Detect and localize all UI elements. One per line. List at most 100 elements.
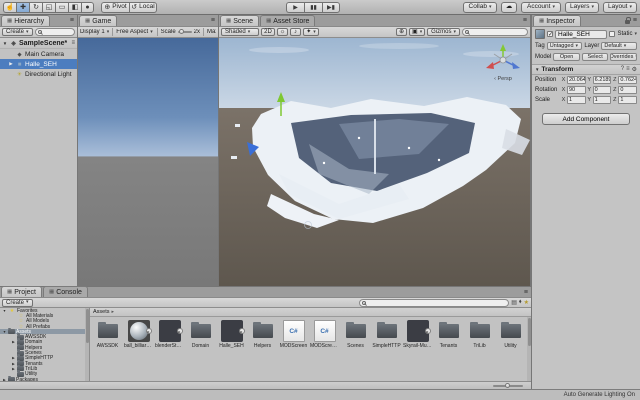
tab-project[interactable]: ▦ Project (1, 286, 42, 297)
static-label[interactable]: Static (617, 31, 637, 37)
expand-arrow-icon[interactable] (11, 356, 16, 360)
foldout-arrow-icon[interactable] (535, 66, 539, 73)
favorites-star-icon[interactable]: ★ (524, 299, 529, 306)
scene-search-input[interactable] (471, 29, 525, 35)
lighting-status-label[interactable]: Auto Generate Lighting On (564, 392, 635, 398)
tree-scrollbar[interactable] (85, 308, 89, 381)
hierarchy-menu-icon[interactable]: ≡ (70, 17, 74, 24)
scene-menu-icon[interactable]: ≡ (523, 17, 527, 24)
scrollbar-thumb[interactable] (528, 318, 531, 346)
tag-dropdown[interactable]: Untagged (547, 42, 583, 50)
expand-arrow-icon[interactable] (8, 61, 14, 67)
layer-dropdown[interactable]: Default (601, 42, 637, 50)
tab-hierarchy[interactable]: ▦ Hierarchy (1, 15, 50, 26)
display-dropdown[interactable]: Display 1 (80, 29, 109, 35)
y-value-field[interactable]: 1 (593, 96, 612, 104)
projection-mode-label[interactable]: ‹ Persp (482, 76, 524, 82)
y-value-field[interactable]: 0 (593, 86, 612, 94)
asset-item[interactable]: C# Domain (186, 320, 215, 349)
scrollbar-thumb[interactable] (86, 309, 89, 343)
asset-item[interactable]: C# Helpers (248, 320, 277, 349)
active-checkbox[interactable] (547, 31, 553, 37)
subasset-expander-icon[interactable] (177, 328, 183, 334)
search-by-label-icon[interactable]: ⬧ (519, 299, 522, 306)
gizmos-dropdown[interactable]: Gizmos (427, 28, 460, 36)
project-search-input[interactable] (368, 300, 506, 306)
subasset-expander-icon[interactable] (425, 328, 431, 334)
expand-arrow-icon[interactable] (11, 340, 16, 344)
tab-inspector[interactable]: ▦ Inspector (533, 15, 581, 26)
local-toggle-button[interactable]: ↺ Local (129, 2, 157, 13)
hierarchy-item[interactable]: Directional Light (0, 69, 77, 79)
z-value-field[interactable]: 1 (618, 96, 637, 104)
x-value-field[interactable]: 90 (567, 86, 586, 94)
asset-item[interactable]: C# MODScreen (279, 320, 308, 349)
add-component-button[interactable]: Add Component (542, 113, 630, 125)
scene-camera-icon[interactable]: ▣ (409, 28, 425, 36)
rect-tool-button[interactable]: ▭ (55, 2, 68, 13)
tab-game[interactable]: ▦ Game (79, 15, 117, 26)
tab-scene[interactable]: ▦ Scene (220, 15, 259, 26)
play-button[interactable]: ▶ (286, 2, 304, 13)
breadcrumb-assets[interactable]: Assets (93, 309, 110, 315)
expand-arrow-icon[interactable] (11, 367, 16, 371)
grid-scrollbar[interactable] (527, 317, 531, 381)
transform-component-header[interactable]: Transform ? ≡ ⚙ (532, 64, 640, 75)
maximize-on-play-toggle[interactable]: Maximize On Play (207, 29, 216, 35)
orientation-gizmo[interactable]: ‹ Persp (482, 42, 524, 88)
asset-item[interactable]: C# MODScreenC... (310, 320, 339, 349)
open-button[interactable]: Open (553, 53, 580, 61)
asset-item[interactable]: C# Tenants (434, 320, 463, 349)
asset-item[interactable]: C# Scenes (341, 320, 370, 349)
layout-dropdown[interactable]: Layout (603, 2, 637, 13)
scene-effects-icon[interactable]: ✦ (303, 28, 319, 36)
aspect-dropdown[interactable]: Free Aspect (116, 29, 153, 35)
preset-icon[interactable]: ≡ (626, 66, 630, 73)
hierarchy-item[interactable]: Halle_SEH (0, 59, 77, 69)
z-value-field[interactable]: 0 (618, 86, 637, 94)
z-value-field[interactable]: 0.76245 (618, 76, 637, 84)
2d-toggle-button[interactable]: 2D (261, 28, 275, 36)
expand-arrow-icon[interactable] (2, 309, 7, 313)
hierarchy-create-dropdown[interactable]: Create (2, 28, 33, 36)
hand-tool-button[interactable]: ☝ (3, 2, 16, 13)
inspector-menu-icon[interactable]: ≡ (633, 17, 637, 24)
collab-dropdown[interactable]: Collab (463, 2, 497, 13)
game-scale-slider[interactable] (178, 31, 192, 33)
tab-console[interactable]: ▦ Console (43, 286, 88, 297)
asset-item[interactable]: C# blenderStepl... (155, 320, 184, 349)
hierarchy-item[interactable]: Main Camera (0, 49, 77, 59)
scene-expand-arrow-icon[interactable] (2, 41, 8, 46)
scene-lighting-icon[interactable]: ☼ (277, 28, 288, 36)
hierarchy-search[interactable] (35, 28, 75, 36)
pause-button[interactable]: ▮▮ (304, 2, 322, 13)
rotate-tool-button[interactable]: ↻ (29, 2, 42, 13)
scale-tool-button[interactable]: ◱ (42, 2, 55, 13)
scene-viewport[interactable]: ‹ Persp (219, 38, 530, 286)
thumbnail-size-slider[interactable] (493, 385, 523, 387)
asset-item[interactable]: C# SimpleHTTP (372, 320, 401, 349)
cloud-services-icon[interactable]: ☁ (501, 2, 517, 13)
asset-item[interactable]: C# Utility (496, 320, 525, 349)
subasset-expander-icon[interactable] (146, 328, 152, 334)
slider-knob[interactable] (505, 383, 510, 388)
asset-item[interactable]: C# Halle_SEH (217, 320, 246, 349)
scene-audio-icon[interactable]: ♪ (290, 28, 301, 36)
step-button[interactable]: ▶▮ (322, 2, 340, 13)
scene-search[interactable] (462, 28, 528, 36)
tab-asset-store[interactable]: ▦ Asset Store (260, 15, 315, 26)
game-menu-icon[interactable]: ≡ (211, 17, 215, 24)
asset-item[interactable]: C# TriLib (465, 320, 494, 349)
project-search[interactable] (359, 299, 509, 307)
gear-icon[interactable]: ⚙ (632, 66, 637, 73)
overrides-dropdown[interactable]: Overrides (610, 53, 637, 61)
inspector-lock-icon[interactable] (625, 20, 630, 24)
asset-item[interactable]: C# Skyrail-Muste... (403, 320, 432, 349)
custom-tool-button[interactable]: ● (81, 2, 94, 13)
expand-arrow-icon[interactable] (2, 330, 7, 334)
scene-context-menu-icon[interactable]: ≡ (71, 40, 75, 46)
search-by-type-icon[interactable]: ▤ (511, 299, 517, 306)
layers-dropdown[interactable]: Layers (565, 2, 599, 13)
asset-item[interactable]: C# AWSSDK (93, 320, 122, 349)
project-create-dropdown[interactable]: Create (2, 299, 33, 307)
